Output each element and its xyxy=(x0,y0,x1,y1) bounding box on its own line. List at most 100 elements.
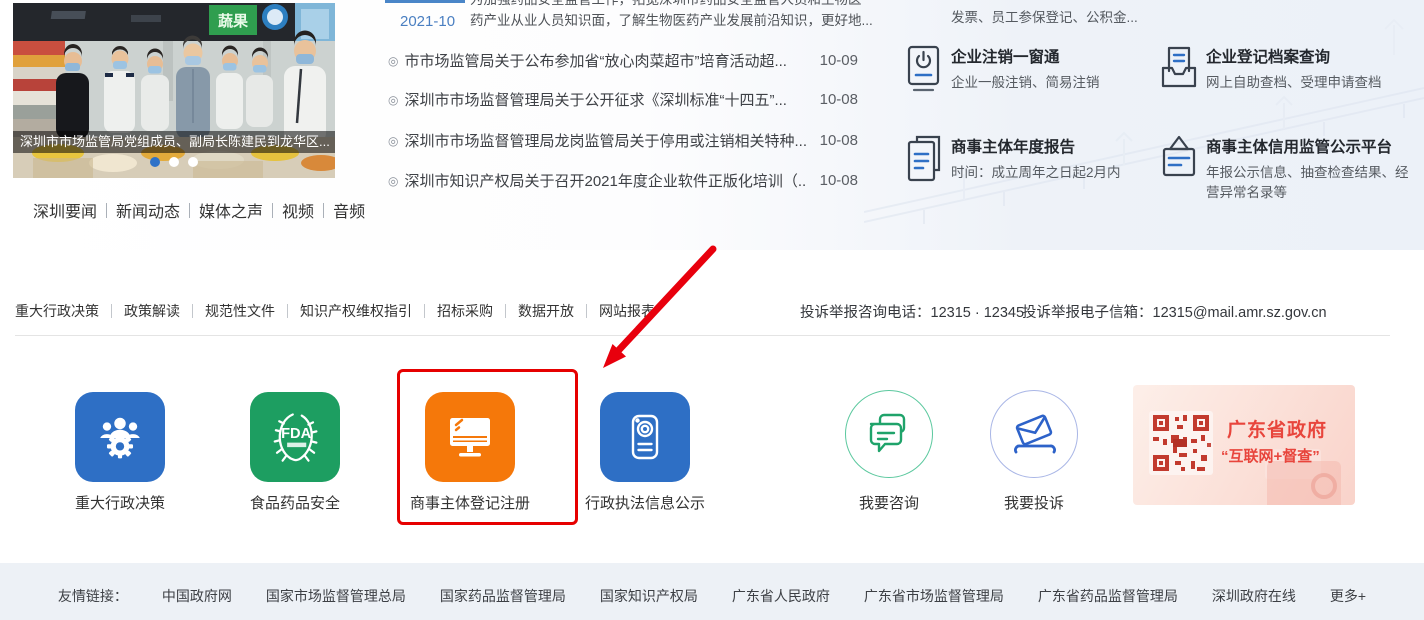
secondary-nav: 重大行政决策 政策解读 规范性文件 知识产权维权指引 招标采购 数据开放 网站报… xyxy=(15,301,667,321)
tile-major-decisions[interactable] xyxy=(75,392,165,482)
service-title: 商事主体信用监管公示平台 xyxy=(1206,135,1392,157)
news-tab-indicator xyxy=(385,0,465,3)
service-card-archive-query[interactable]: 企业登记档案查询 网上自助查档、受理申请查档 xyxy=(1160,42,1410,112)
news-list-item[interactable]: ◎ 市市场监管局关于公布参加省“放心肉菜超市”培育活动超... 10-09 xyxy=(388,50,858,71)
monitor-icon xyxy=(443,412,497,462)
tab-audio[interactable]: 音频 xyxy=(324,198,374,222)
nav-normative-documents[interactable]: 规范性文件 xyxy=(193,301,287,321)
service-desc: 企业一般注销、简易注销 xyxy=(951,73,1166,93)
news-carousel[interactable]: 蔬果 xyxy=(13,3,335,178)
tile-food-drug-safety[interactable]: FDA xyxy=(250,392,340,482)
service-desc: 网上自助查档、受理申请查档 xyxy=(1206,73,1421,93)
circle-complaint-button[interactable] xyxy=(990,390,1078,478)
news-list-item[interactable]: ◎ 深圳市市场监督管理局关于公开征求《深圳标准“十四五”... 10-08 xyxy=(388,89,858,110)
service-card-credit-platform[interactable]: 商事主体信用监管公示平台 年报公示信息、抽查检查结果、经营异常名录等 xyxy=(1160,132,1410,222)
news-list-item[interactable]: ◎ 深圳市知识产权局关于召开2021年度企业软件正版化培训（... 10-08 xyxy=(388,170,858,191)
footer-link-cnipa[interactable]: 国家知识产权局 xyxy=(600,586,698,606)
service-title: 企业注销一窗通 xyxy=(951,45,1060,67)
carousel-dot-1[interactable] xyxy=(150,157,160,167)
complaint-email: 投诉举报电子信箱：12315@mail.amr.sz.gov.cn xyxy=(1022,301,1327,322)
news-item-date: 10-08 xyxy=(820,132,858,149)
tab-media-voice[interactable]: 媒体之声 xyxy=(190,198,272,222)
nav-ip-rights-guide[interactable]: 知识产权维权指引 xyxy=(288,301,424,321)
news-item-title: 深圳市市场监督管理局龙岗监管局关于停用或注销相关特种... xyxy=(404,130,805,151)
fda-wreath-icon: FDA xyxy=(268,410,322,464)
news-item-date: 10-08 xyxy=(820,172,858,189)
banner-title: 广东省政府 xyxy=(1227,415,1327,442)
bullet-icon: ◎ xyxy=(388,54,398,68)
service-desc: 年报公示信息、抽查检查结果、经营异常名录等 xyxy=(1206,163,1421,203)
annual-report-icon xyxy=(905,134,943,184)
bullet-icon: ◎ xyxy=(388,174,398,188)
nav-open-data[interactable]: 数据开放 xyxy=(506,301,586,321)
news-item-title: 深圳市市场监督管理局关于公开征求《深圳标准“十四五”... xyxy=(404,89,805,110)
camera-recorder-icon xyxy=(622,412,668,462)
news-category-tabs: 深圳要闻 新闻动态 媒体之声 视频 音频 xyxy=(33,198,374,222)
news-item-title: 深圳市知识产权局关于召开2021年度企业软件正版化培训（... xyxy=(404,170,805,191)
circle-consult-button[interactable] xyxy=(845,390,933,478)
news-item-title: 市市场监管局关于公布参加省“放心肉菜超市”培育活动超... xyxy=(404,50,805,71)
hotline-numbers: 12315 · 12345 xyxy=(931,305,1025,321)
featured-news-date: 2021-10 xyxy=(400,13,455,30)
footer-link-gd-samr[interactable]: 广东省市场监督管理局 xyxy=(864,586,1004,606)
guangdong-supervision-banner[interactable]: 广东省政府 “互联网+督查” xyxy=(1133,385,1355,505)
footer-link-gd-mpa[interactable]: 广东省药品监督管理局 xyxy=(1038,586,1178,606)
service-title: 企业登记档案查询 xyxy=(1206,45,1330,67)
friend-links-label: 友情链接： xyxy=(58,586,128,606)
tile-label-business-registration[interactable]: 商事主体登记注册 xyxy=(382,492,558,513)
tab-video[interactable]: 视频 xyxy=(273,198,323,222)
tile-business-registration[interactable] xyxy=(425,392,515,482)
chat-bubbles-icon xyxy=(865,410,913,458)
featured-news-summary[interactable]: 为加强药品安全监管工作，拓宽深圳市药品安全监管人员和生物医 药产业从业人员知识面… xyxy=(470,0,872,31)
tab-shenzhen-news[interactable]: 深圳要闻 xyxy=(33,198,106,222)
service-card-annual-report[interactable]: 商事主体年度报告 时间：成立周年之日起2月内 xyxy=(905,132,1155,202)
email-address[interactable]: 12315@mail.amr.sz.gov.cn xyxy=(1153,305,1327,321)
service-title: 商事主体年度报告 xyxy=(951,135,1075,157)
email-label: 投诉举报电子信箱： xyxy=(1022,305,1153,321)
top-section: 蔬果 xyxy=(0,0,1424,250)
nav-policy-interpretation[interactable]: 政策解读 xyxy=(112,301,192,321)
complaint-hotline: 投诉举报咨询电话：12315 · 12345 xyxy=(800,301,1024,322)
qr-code xyxy=(1149,411,1213,475)
tile-label-food-drug-safety[interactable]: 食品药品安全 xyxy=(207,492,383,513)
footer-link-gov-cn[interactable]: 中国政府网 xyxy=(162,586,232,606)
footer-link-more[interactable]: 更多+ xyxy=(1330,586,1366,606)
credit-platform-icon xyxy=(1160,134,1198,184)
news-item-date: 10-08 xyxy=(820,91,858,108)
banner-subtitle: “互联网+督查” xyxy=(1221,445,1320,466)
carousel-dot-3[interactable] xyxy=(188,157,198,167)
tile-label-major-decisions[interactable]: 重大行政决策 xyxy=(32,492,208,513)
footer-link-sz-gov[interactable]: 深圳政府在线 xyxy=(1212,586,1296,606)
carousel-dot-2[interactable] xyxy=(169,157,179,167)
service-desc: 时间：成立周年之日起2月内 xyxy=(951,163,1166,183)
carousel-caption: 深圳市市场监管局党组成员、副局长陈建民到龙华区... xyxy=(13,131,335,153)
service-partial-text: 发票、员工参保登记、公积金... xyxy=(951,6,1138,26)
bullet-icon: ◎ xyxy=(388,134,398,148)
nav-major-decisions[interactable]: 重大行政决策 xyxy=(15,301,111,321)
tile-law-enforcement-disclosure[interactable] xyxy=(600,392,690,482)
people-gear-icon xyxy=(95,412,145,462)
footer: 友情链接： 中国政府网 国家市场监督管理总局 国家药品监督管理局 国家知识产权局… xyxy=(0,563,1424,620)
footer-link-gd-gov[interactable]: 广东省人民政府 xyxy=(732,586,830,606)
featured-summary-line2: 药产业从业人员知识面，了解生物医药产业发展前沿知识，更好地... xyxy=(470,10,872,31)
nav-site-reports[interactable]: 网站报表 xyxy=(587,301,667,321)
nav-bidding-procurement[interactable]: 招标采购 xyxy=(425,301,505,321)
footer-link-samr[interactable]: 国家市场监督管理总局 xyxy=(266,586,406,606)
section-divider xyxy=(15,335,1390,336)
bullet-icon: ◎ xyxy=(388,93,398,107)
svg-text:FDA: FDA xyxy=(281,426,311,442)
news-item-date: 10-09 xyxy=(820,52,858,69)
archive-query-icon xyxy=(1160,44,1198,94)
ballot-envelope-icon xyxy=(1010,410,1058,458)
svg-text:蔬果: 蔬果 xyxy=(218,12,249,30)
footer-link-nmpa[interactable]: 国家药品监督管理局 xyxy=(440,586,566,606)
hotline-label: 投诉举报咨询电话： xyxy=(800,305,931,321)
tile-label-law-enforcement[interactable]: 行政执法信息公示 xyxy=(557,492,733,513)
circle-label-complaint[interactable]: 我要投诉 xyxy=(946,492,1122,513)
page-root: 蔬果 xyxy=(0,0,1424,620)
news-list-item[interactable]: ◎ 深圳市市场监督管理局龙岗监管局关于停用或注销相关特种... 10-08 xyxy=(388,130,858,151)
tab-news-updates[interactable]: 新闻动态 xyxy=(107,198,189,222)
featured-summary-line1: 为加强药品安全监管工作，拓宽深圳市药品安全监管人员和生物医 xyxy=(470,0,872,10)
banner-magnifier-decoration xyxy=(1311,473,1337,499)
service-card-deregistration[interactable]: 企业注销一窗通 企业一般注销、简易注销 xyxy=(905,42,1155,112)
